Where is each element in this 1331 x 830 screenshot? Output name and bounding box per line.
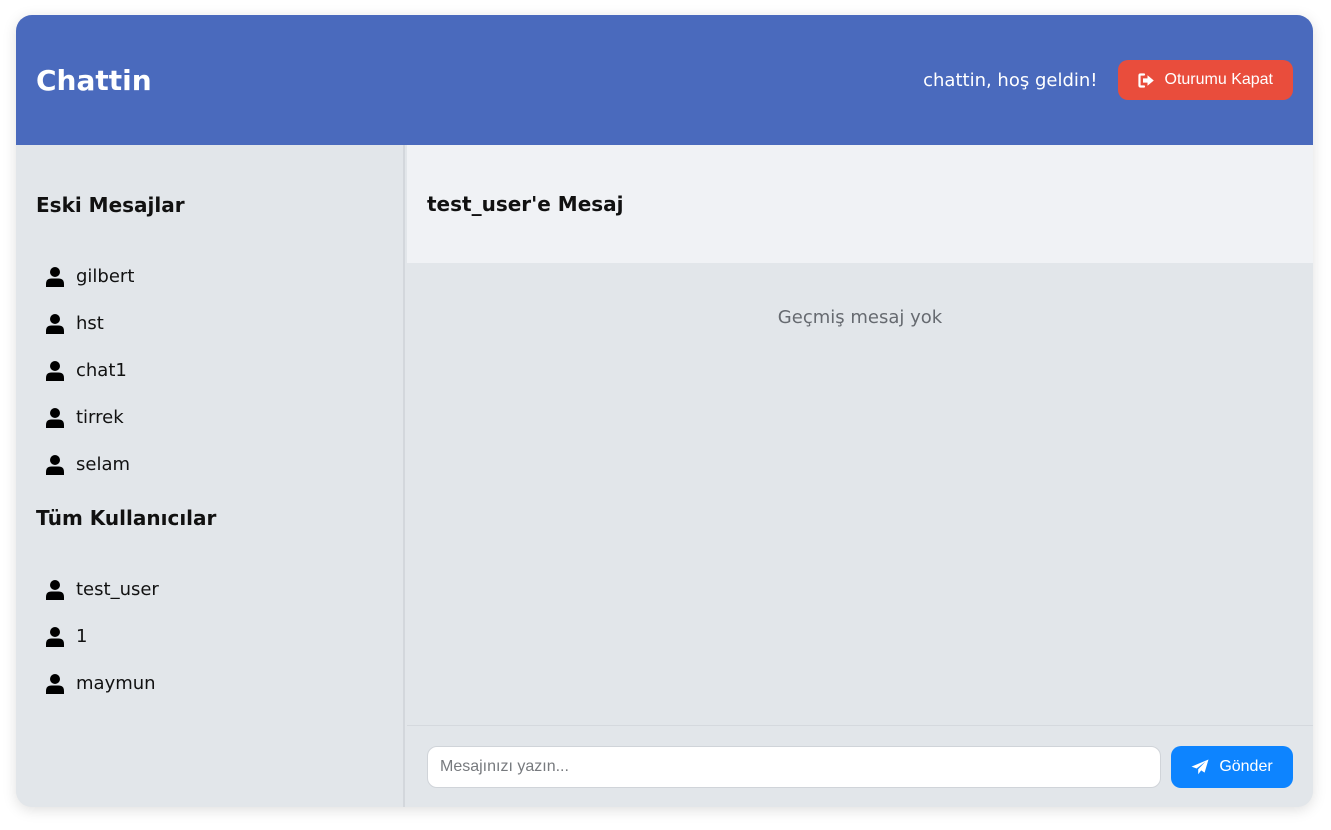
- message-composer: Gönder: [407, 725, 1313, 807]
- user-item-maymun[interactable]: maymun: [46, 660, 159, 707]
- header-right: chattin, hoş geldin! Oturumu Kapat: [923, 60, 1293, 100]
- message-input[interactable]: [427, 745, 1161, 788]
- conversation-item-tirrek[interactable]: tirrek: [46, 394, 134, 441]
- chat-title: test_user'e Mesaj: [427, 192, 624, 216]
- sidebar: Eski Mesajlar gilbert hst chat1 tirrek s…: [16, 145, 405, 807]
- user-item-test-user[interactable]: test_user: [46, 566, 159, 613]
- logout-label: Oturumu Kapat: [1164, 71, 1274, 88]
- user-icon: [46, 673, 64, 694]
- user-item-1[interactable]: 1: [46, 613, 159, 660]
- app-header: Chattin chattin, hoş geldin! Oturumu Kap…: [16, 15, 1313, 145]
- user-icon: [46, 454, 64, 475]
- conversation-item-gilbert[interactable]: gilbert: [46, 253, 134, 300]
- chat-header: test_user'e Mesaj: [407, 145, 1313, 263]
- user-icon: [46, 266, 64, 287]
- user-icon: [46, 407, 64, 428]
- user-icon: [46, 360, 64, 381]
- conversation-item-chat1[interactable]: chat1: [46, 347, 134, 394]
- chat-app: Chattin chattin, hoş geldin! Oturumu Kap…: [16, 15, 1313, 807]
- message-area[interactable]: Geçmiş mesaj yok: [407, 263, 1313, 725]
- user-icon: [46, 579, 64, 600]
- logout-button[interactable]: Oturumu Kapat: [1117, 60, 1293, 100]
- all-users-list: test_user 1 maymun: [46, 566, 159, 707]
- sign-out-icon: [1137, 72, 1154, 88]
- user-name: tirrek: [76, 407, 124, 428]
- user-name: chat1: [76, 360, 127, 381]
- user-name: 1: [76, 626, 88, 647]
- conversation-item-selam[interactable]: selam: [46, 441, 134, 488]
- send-label: Gönder: [1219, 757, 1273, 775]
- empty-messages-text: Geçmiş mesaj yok: [777, 307, 943, 328]
- brand-title: Chattin: [36, 63, 152, 97]
- user-name: gilbert: [76, 266, 135, 287]
- user-icon: [46, 626, 64, 647]
- user-name: selam: [76, 454, 131, 475]
- send-button[interactable]: Gönder: [1171, 745, 1293, 788]
- user-name: hst: [76, 313, 104, 334]
- chat-panel: test_user'e Mesaj Geçmiş mesaj yok Gönde…: [407, 145, 1313, 807]
- conversation-item-hst[interactable]: hst: [46, 300, 134, 347]
- welcome-text: chattin, hoş geldin!: [923, 69, 1098, 91]
- paper-plane-icon: [1191, 759, 1209, 774]
- user-name: test_user: [76, 579, 159, 600]
- old-messages-title: Eski Mesajlar: [36, 193, 185, 217]
- all-users-title: Tüm Kullanıcılar: [36, 506, 217, 530]
- user-icon: [46, 313, 64, 334]
- user-name: maymun: [76, 673, 156, 694]
- old-messages-list: gilbert hst chat1 tirrek selam: [46, 253, 134, 488]
